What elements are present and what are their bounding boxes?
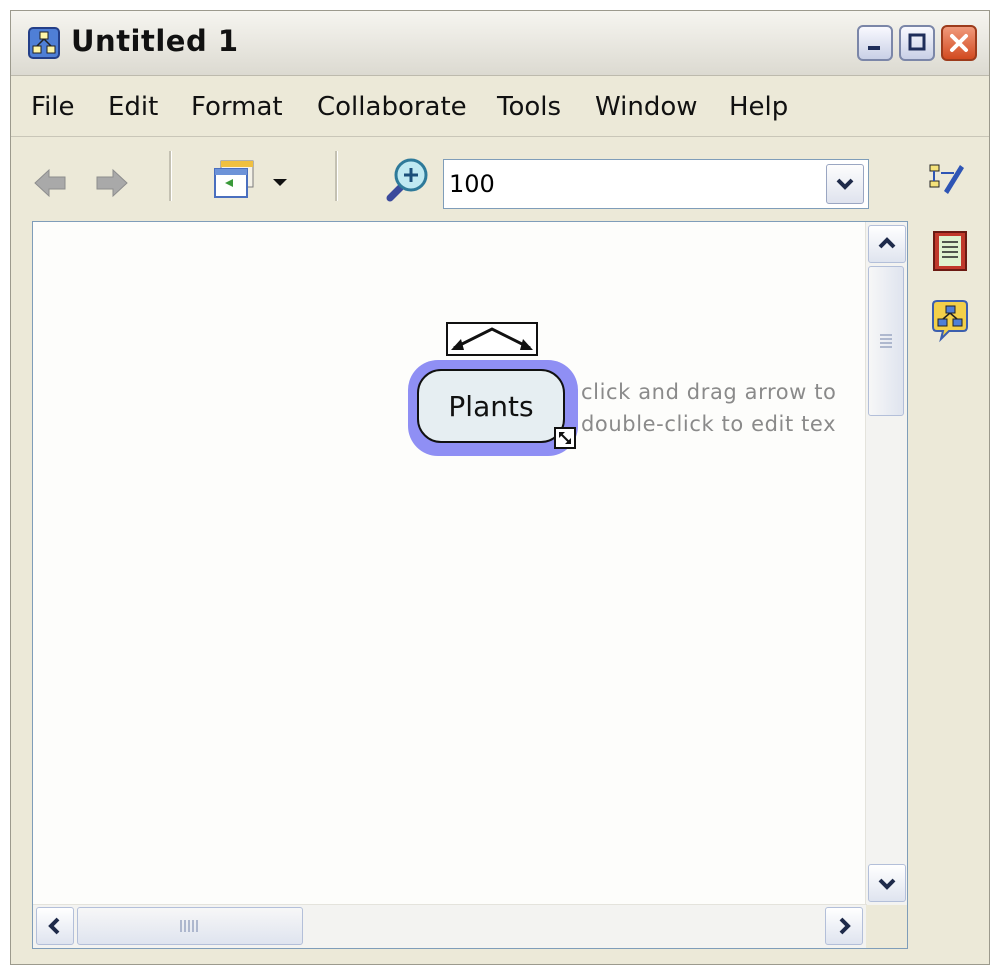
view-options-button[interactable]: [211, 155, 299, 207]
toolbar: 100: [11, 137, 989, 223]
menu-format[interactable]: Format: [191, 92, 283, 122]
menu-help[interactable]: Help: [729, 92, 788, 122]
horizontal-scroll-thumb[interactable]: [77, 907, 303, 945]
window-title: Untitled 1: [71, 24, 239, 58]
scroll-right-button[interactable]: [825, 907, 863, 945]
chevron-down-icon: [878, 878, 896, 890]
zoom-level-value: 100: [449, 170, 495, 198]
chevron-right-icon: [839, 917, 851, 935]
view-options-icon: [214, 160, 287, 198]
concept-label[interactable]: Plants: [419, 390, 563, 423]
menu-tools[interactable]: Tools: [497, 92, 561, 122]
chevron-up-icon: [878, 237, 896, 249]
maximize-icon: [908, 33, 926, 51]
hint-text-line-1: click and drag arrow to: [581, 380, 837, 404]
minimize-button[interactable]: [857, 25, 893, 61]
cmap-app-icon: [28, 27, 60, 59]
zoom-level-combobox[interactable]: 100: [443, 159, 869, 209]
concept-node[interactable]: Plants: [408, 360, 578, 456]
hint-text-line-2: double-click to edit tex: [581, 412, 837, 436]
scroll-up-button[interactable]: [868, 225, 906, 263]
menu-edit[interactable]: Edit: [108, 92, 158, 122]
maximize-button[interactable]: [899, 25, 935, 61]
menu-file[interactable]: File: [31, 92, 75, 122]
scroll-left-button[interactable]: [36, 907, 74, 945]
scroll-down-button[interactable]: [868, 864, 906, 902]
concept-box[interactable]: Plants: [417, 369, 565, 443]
chevron-left-icon: [48, 917, 60, 935]
toolbar-separator: [169, 151, 172, 201]
chevron-down-icon: [836, 178, 854, 190]
link-arrow-handle[interactable]: [446, 322, 538, 356]
vertical-scroll-thumb[interactable]: [868, 266, 904, 416]
minimize-icon: [868, 46, 880, 50]
close-icon: [950, 34, 968, 52]
concept-map-canvas[interactable]: Plants click and drag arrow to double-cl…: [32, 221, 908, 949]
zoom-dropdown-button[interactable]: [826, 164, 864, 204]
zoom-in-icon[interactable]: [381, 155, 433, 207]
menu-bar: File Edit Format Collaborate Tools Windo…: [11, 76, 989, 137]
menu-window[interactable]: Window: [595, 92, 698, 122]
resize-handle[interactable]: [554, 427, 576, 449]
horizontal-scrollbar[interactable]: [33, 904, 867, 948]
grip-icon: [180, 920, 198, 932]
menu-collaborate[interactable]: Collaborate: [317, 92, 467, 122]
styles-icon[interactable]: [926, 157, 966, 197]
vertical-scrollbar[interactable]: [865, 222, 907, 906]
views-icon[interactable]: [929, 299, 971, 343]
notes-icon[interactable]: [931, 229, 969, 273]
grip-icon: [880, 334, 892, 348]
back-arrow-icon[interactable]: [33, 165, 69, 201]
scrollbar-corner: [866, 905, 907, 948]
resize-arrow-icon: [559, 432, 571, 444]
title-bar[interactable]: Untitled 1: [11, 11, 989, 76]
application-window: Untitled 1 File Edit Format Collaborate …: [10, 10, 990, 965]
link-arrow-icon: [451, 327, 533, 350]
toolbar-separator: [335, 151, 338, 201]
forward-arrow-icon[interactable]: [93, 165, 129, 201]
close-button[interactable]: [941, 25, 977, 61]
